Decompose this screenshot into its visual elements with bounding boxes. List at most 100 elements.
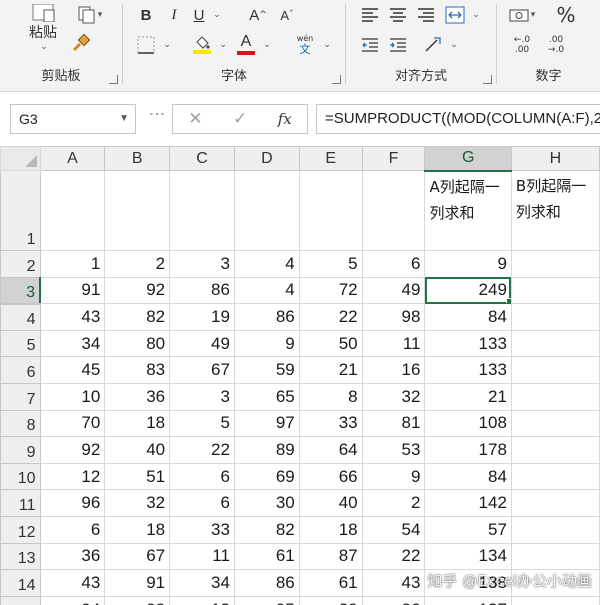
align-top-button[interactable] [358,4,382,26]
font-color-button[interactable]: A [233,30,259,58]
cell[interactable]: 45 [39,356,106,384]
cell[interactable]: 6 [361,250,426,278]
column-header-h[interactable]: H [510,146,600,171]
cell[interactable]: 91 [39,276,106,305]
cell[interactable]: 137 [424,595,512,605]
cell[interactable] [510,436,600,464]
cell[interactable]: 3 [169,250,235,278]
cell[interactable]: 138 [424,569,512,597]
cell[interactable]: 80 [104,329,171,358]
cell[interactable] [510,356,600,384]
cell[interactable]: 57 [424,515,512,544]
cell[interactable] [39,170,106,251]
font-color-options-button[interactable]: ⌄ [259,34,273,56]
cell[interactable]: 30 [298,595,363,605]
cell[interactable] [104,170,171,251]
row-header[interactable]: 13 [0,542,41,571]
cell[interactable] [510,595,600,605]
cell[interactable] [510,276,600,305]
cell[interactable]: 83 [104,356,171,384]
cell[interactable]: 72 [298,276,363,305]
phonetic-options-button[interactable]: ⌄ [319,34,333,56]
cell[interactable]: 1 [39,250,106,278]
cell[interactable] [233,170,300,251]
cell[interactable]: 61 [233,542,300,571]
cell[interactable] [298,170,363,251]
header-cell-h1[interactable]: B列起隔一列求和 [510,170,600,251]
cell[interactable]: 18 [298,515,363,544]
underline-button[interactable]: U [189,4,209,26]
cell[interactable]: 13 [169,595,235,605]
cell[interactable]: 36 [104,382,171,411]
cell[interactable]: 84 [424,303,512,331]
cell[interactable]: 6 [169,462,235,491]
cell[interactable]: 86 [233,569,300,597]
format-painter-button[interactable] [68,32,94,54]
cell[interactable]: 67 [104,542,171,571]
cell[interactable] [510,409,600,438]
cell[interactable]: 5 [298,250,363,278]
cell[interactable]: 92 [39,436,106,464]
cell[interactable]: 34 [169,569,235,597]
cell[interactable] [510,542,600,571]
cell[interactable]: 6 [39,515,106,544]
column-header-b[interactable]: B [104,146,171,171]
cell[interactable]: 18 [104,409,171,438]
formula-bar-grip-icon[interactable]: ⋮ [148,106,167,120]
fill-color-options-button[interactable]: ⌄ [215,34,229,56]
cell[interactable]: 4 [233,250,300,278]
cell[interactable]: 84 [424,462,512,491]
cell[interactable]: 49 [361,276,426,305]
cell[interactable]: 3 [169,382,235,411]
row-header[interactable]: 3 [0,276,41,305]
underline-options-button[interactable]: ⌄ [209,4,223,26]
increase-indent-button[interactable] [386,34,410,56]
cell[interactable]: 9 [233,329,300,358]
cell[interactable]: 40 [104,436,171,464]
header-cell-g1[interactable]: A列起隔一列求和 [424,170,512,251]
cell[interactable]: 67 [169,356,235,384]
cell[interactable]: 91 [104,569,171,597]
cell[interactable]: 43 [39,303,106,331]
wrap-text-button[interactable] [442,2,468,28]
cell[interactable]: 96 [39,489,106,517]
cell[interactable] [510,569,600,597]
row-header[interactable]: 2 [0,250,41,278]
decrease-decimal-button[interactable]: .00 →.0 [541,32,571,58]
insert-function-icon[interactable]: fx [278,110,292,128]
cell[interactable]: 26 [361,595,426,605]
chevron-down-icon[interactable]: ▼ [119,113,129,124]
decrease-indent-button[interactable] [358,34,382,56]
cell[interactable]: 89 [233,436,300,464]
cell[interactable]: 134 [424,542,512,571]
cell[interactable]: 4 [233,276,300,305]
paste-button[interactable]: 粘贴 ⌄ [22,0,64,56]
cell[interactable]: 11 [169,542,235,571]
grow-font-button[interactable]: A ^ [245,4,271,26]
cell[interactable] [169,170,235,251]
cell[interactable]: 21 [298,356,363,384]
align-middle-button[interactable] [386,4,410,26]
cell[interactable]: 50 [298,329,363,358]
cell[interactable] [510,329,600,358]
row-header[interactable]: 1 [0,170,41,251]
row-header[interactable]: 5 [0,329,41,358]
cell[interactable]: 33 [298,409,363,438]
cell[interactable]: 32 [104,489,171,517]
cell[interactable]: 33 [169,515,235,544]
cell[interactable]: 40 [298,489,363,517]
cell[interactable]: 49 [169,329,235,358]
fill-handle[interactable] [505,298,511,303]
cell[interactable] [510,515,600,544]
cell[interactable]: 87 [298,542,363,571]
column-header-g[interactable]: G [424,146,512,172]
cell[interactable]: 95 [233,595,300,605]
cell[interactable]: 2 [361,489,426,517]
cell[interactable]: 108 [424,409,512,438]
cell[interactable]: 5 [169,409,235,438]
cell[interactable]: 66 [298,462,363,491]
cell[interactable]: 86 [233,303,300,331]
cell[interactable]: 133 [424,356,512,384]
row-header[interactable]: 10 [0,462,41,491]
name-box[interactable]: G3 ▼ [10,104,136,134]
